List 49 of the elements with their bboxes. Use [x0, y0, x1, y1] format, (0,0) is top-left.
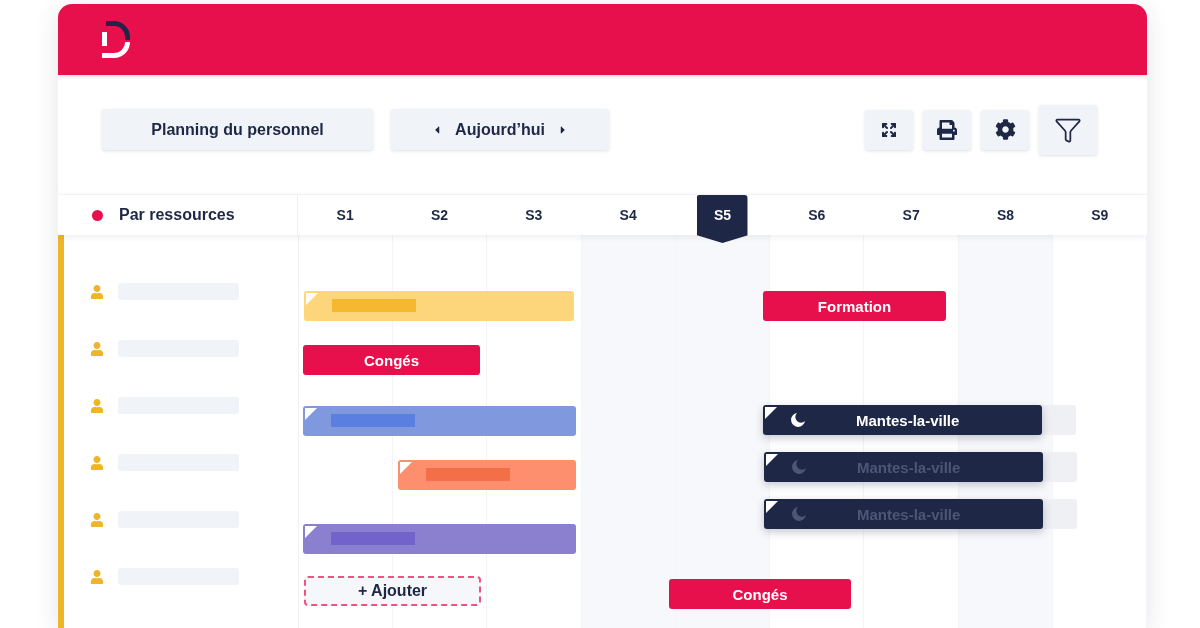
person-icon: [90, 341, 104, 356]
view-button[interactable]: Planning du personnel: [102, 109, 373, 150]
week-tab[interactable]: S2: [430, 207, 449, 223]
moon-icon: [791, 413, 805, 427]
moon-icon: [792, 507, 806, 521]
event-bar[interactable]: Formation: [763, 291, 946, 321]
event-label: Congés: [732, 585, 788, 603]
person-icon: [90, 512, 104, 527]
person-icon: [90, 284, 104, 299]
week-tab[interactable]: S3: [525, 207, 543, 223]
corner-fold-icon: [766, 501, 778, 513]
week-tab[interactable]: S6: [808, 207, 826, 223]
print-button[interactable]: [923, 109, 971, 150]
shift-extension-bar: [1043, 452, 1077, 482]
filter-button[interactable]: [1039, 104, 1097, 155]
person-icon: [90, 455, 104, 470]
person-icon: [90, 569, 104, 584]
shift-extension-bar: [1043, 499, 1077, 529]
corner-fold-icon: [766, 454, 778, 466]
corner-fold-icon: [306, 293, 318, 305]
week-tab[interactable]: S9: [1091, 207, 1109, 223]
settings-icon: [994, 119, 1016, 140]
week-tab[interactable]: S8: [996, 207, 1014, 223]
settings-button[interactable]: [981, 109, 1029, 150]
night-shift-bar[interactable]: Mantes-la-ville: [763, 405, 1042, 435]
week-tab[interactable]: S7: [902, 207, 920, 223]
event-label: Formation: [817, 297, 892, 315]
person-icon: [90, 398, 104, 413]
shift-label: Mantes-la-ville: [856, 411, 960, 429]
week-tab[interactable]: S5: [696, 195, 748, 243]
corner-fold-icon: [765, 407, 777, 419]
corner-fold-icon: [305, 526, 317, 538]
printer-icon: [937, 119, 957, 140]
event-label: Congés: [364, 351, 419, 369]
week-tab[interactable]: S1: [336, 207, 354, 223]
status-dot: [92, 209, 103, 221]
week-tab[interactable]: S4: [619, 207, 637, 223]
fullscreen-button[interactable]: [865, 109, 913, 150]
logo: [102, 20, 132, 59]
event-bar[interactable]: Congés: [303, 345, 480, 375]
corner-fold-icon: [305, 408, 317, 420]
today-button[interactable]: Aujourd’hui: [391, 109, 609, 150]
grid-title: Par ressources: [119, 206, 235, 224]
add-button[interactable]: + Ajouter: [304, 576, 481, 606]
expand-icon: [881, 121, 897, 138]
moon-icon: [792, 460, 806, 474]
shift-extension-bar: [1042, 405, 1076, 435]
event-bar[interactable]: Congés: [669, 579, 851, 609]
corner-fold-icon: [400, 462, 412, 474]
